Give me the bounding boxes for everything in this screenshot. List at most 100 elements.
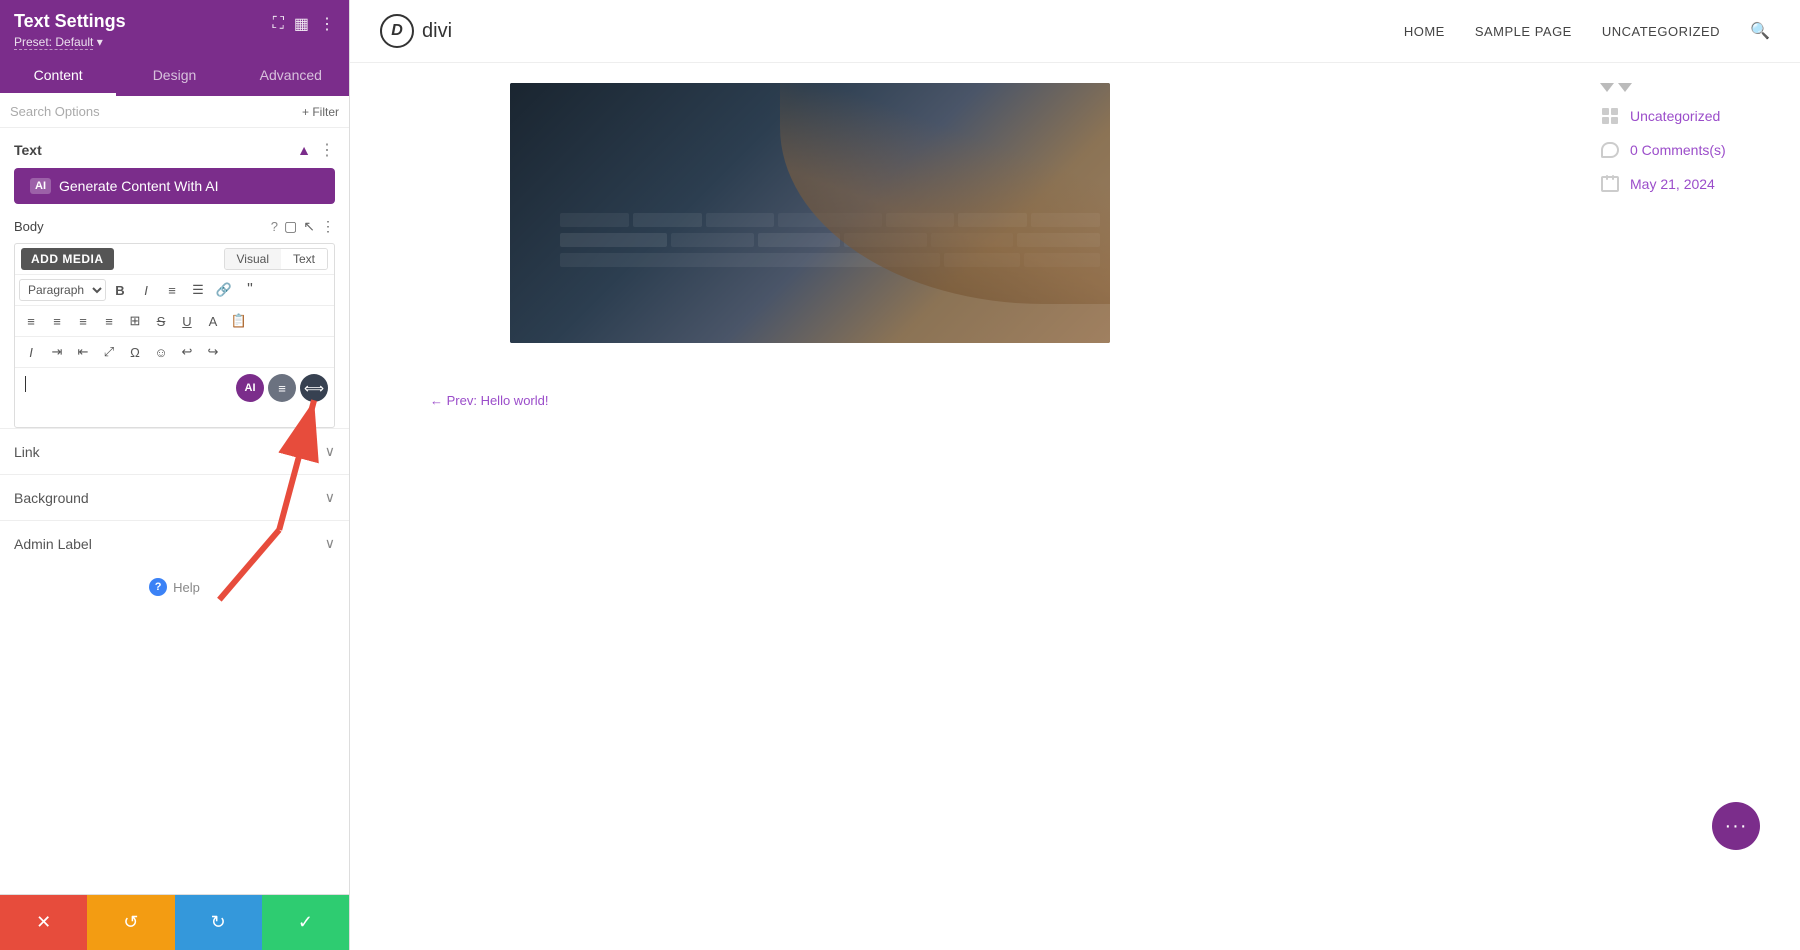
sidebar-comments: 0 Comments(s) (1600, 140, 1800, 160)
toolbar-row-3: I ⇥ ⇤ ⤢ Ω ☺ ↩ ↪ (15, 337, 334, 367)
paragraph-select[interactable]: Paragraph (19, 279, 106, 301)
more-body-icon[interactable]: ⋮ (321, 218, 335, 235)
italic2-icon[interactable]: I (19, 340, 43, 364)
nav-sample-page[interactable]: SAMPLE PAGE (1475, 24, 1572, 39)
strikethrough-icon[interactable]: S (149, 309, 173, 333)
help-icon-body[interactable]: ? (271, 219, 278, 234)
align-right-icon[interactable]: ≡ (71, 309, 95, 333)
underline-icon[interactable]: U (175, 309, 199, 333)
emoji-icon[interactable]: ☺ (149, 340, 173, 364)
omega-icon[interactable]: Ω (123, 340, 147, 364)
add-media-button[interactable]: ADD MEDIA (21, 248, 114, 270)
background-section-header[interactable]: Background ∨ (0, 475, 349, 520)
logo-circle: D (380, 14, 414, 48)
text-tab[interactable]: Text (281, 249, 327, 269)
panel-preset[interactable]: Preset: Default ▾ (14, 35, 126, 49)
ai-button-label: Generate Content With AI (59, 178, 219, 194)
website-preview: D divi HOME SAMPLE PAGE UNCATEGORIZED 🔍 (350, 0, 1800, 950)
bold-icon[interactable]: B (108, 278, 132, 302)
tab-advanced[interactable]: Advanced (233, 57, 349, 96)
arrow-inline-icon[interactable]: ⟺ (300, 374, 328, 402)
text-section-title: Text (14, 142, 42, 158)
nav-search-icon[interactable]: 🔍 (1750, 21, 1770, 41)
device-icon[interactable]: ▢ (284, 218, 297, 235)
tab-design[interactable]: Design (116, 57, 232, 96)
comments-text[interactable]: 0 Comments(s) (1630, 142, 1726, 158)
ai-generate-button[interactable]: AI Generate Content With AI (14, 168, 335, 204)
expand-icon[interactable]: ⤢ (97, 340, 121, 364)
date-text[interactable]: May 21, 2024 (1630, 176, 1715, 192)
undo-icon: ↺ (123, 912, 138, 933)
admin-label-section-header[interactable]: Admin Label ∨ (0, 521, 349, 566)
background-section-title: Background (14, 490, 89, 506)
cursor (25, 376, 26, 392)
visual-text-toggle: Visual Text (224, 248, 328, 270)
panel-tabs: Content Design Advanced (0, 57, 349, 96)
sidebar-date: May 21, 2024 (1600, 174, 1800, 194)
more-icon[interactable]: ⋮ (319, 14, 335, 34)
undo-button[interactable]: ↺ (87, 895, 174, 950)
link-icon[interactable]: 🔗 (212, 278, 236, 302)
background-section: Background ∨ (0, 474, 349, 520)
site-nav-links: HOME SAMPLE PAGE UNCATEGORIZED 🔍 (1404, 21, 1770, 41)
right-sidebar: Uncategorized 0 Comments(s) (1600, 63, 1800, 373)
toolbar-row-2: ≡ ≡ ≡ ≡ ⊞ S U A 📋 (15, 306, 334, 337)
category-icon (1600, 106, 1620, 126)
redo-button[interactable]: ↻ (175, 895, 262, 950)
admin-label-chevron-icon: ∨ (325, 535, 335, 552)
nav-home[interactable]: HOME (1404, 24, 1445, 39)
logo-name: divi (422, 20, 452, 43)
fullscreen-icon[interactable]: ⛶ (273, 15, 284, 33)
admin-label-section: Admin Label ∨ (0, 520, 349, 566)
prev-link[interactable]: ← Prev: Hello world! (430, 393, 1800, 408)
search-bar: + Filter (0, 96, 349, 128)
tab-content[interactable]: Content (0, 57, 116, 96)
site-nav: D divi HOME SAMPLE PAGE UNCATEGORIZED 🔍 (350, 0, 1800, 63)
filter-button[interactable]: + Filter (302, 105, 339, 119)
visual-tab[interactable]: Visual (225, 249, 281, 269)
indent-icon[interactable]: ⇥ (45, 340, 69, 364)
search-input[interactable] (10, 104, 296, 119)
ai-inline-icon[interactable]: AI (236, 374, 264, 402)
nav-uncategorized[interactable]: UNCATEGORIZED (1602, 24, 1720, 39)
text-color-icon[interactable]: A (201, 309, 225, 333)
body-icons: ? ▢ ↖ ⋮ (271, 218, 335, 235)
editor-area[interactable]: AI ≡ ⟺ (15, 367, 334, 427)
redo2-icon[interactable]: ↪ (201, 340, 225, 364)
editor-floating-icons: AI ≡ ⟺ (236, 374, 328, 402)
redo-icon: ↻ (211, 912, 226, 933)
collapse-icon[interactable]: ▲ (297, 142, 311, 158)
background-chevron-icon: ∨ (325, 489, 335, 506)
pagination-arrows (1600, 83, 1800, 92)
ordered-list-icon[interactable]: ☰ (186, 278, 210, 302)
site-logo: D divi (380, 14, 452, 48)
blockquote-icon[interactable]: " (238, 278, 262, 302)
align-center-icon[interactable]: ≡ (45, 309, 69, 333)
italic-icon[interactable]: I (134, 278, 158, 302)
cursor-icon[interactable]: ↖ (303, 218, 315, 235)
floating-dots-button[interactable]: ··· (1712, 802, 1760, 850)
link-section-header[interactable]: Link ∨ (0, 429, 349, 474)
save-button[interactable]: ✓ (262, 895, 349, 950)
align-justify-icon[interactable]: ≡ (97, 309, 121, 333)
unordered-list-icon[interactable]: ≡ (160, 278, 184, 302)
sidebar-category: Uncategorized (1600, 106, 1800, 126)
section-more-icon[interactable]: ⋮ (319, 140, 335, 160)
category-text[interactable]: Uncategorized (1630, 108, 1720, 124)
paste-icon[interactable]: 📋 (227, 309, 251, 333)
cancel-button[interactable]: ✕ (0, 895, 87, 950)
text-section-header[interactable]: Text ▲ ⋮ (0, 128, 349, 168)
sort-arrow-1 (1600, 83, 1614, 92)
cancel-icon: ✕ (36, 912, 51, 933)
settings-panel: Text Settings Preset: Default ▾ ⛶ ▦ ⋮ Co… (0, 0, 350, 950)
outdent-icon[interactable]: ⇤ (71, 340, 95, 364)
columns-icon[interactable]: ▦ (294, 14, 309, 34)
toolbar-row-1: Paragraph B I ≡ ☰ 🔗 " (15, 275, 334, 306)
panel-bottom-toolbar: ✕ ↺ ↻ ✓ (0, 894, 349, 950)
lines-inline-icon[interactable]: ≡ (268, 374, 296, 402)
table-icon[interactable]: ⊞ (123, 309, 147, 333)
align-left-icon[interactable]: ≡ (19, 309, 43, 333)
undo2-icon[interactable]: ↩ (175, 340, 199, 364)
help-row[interactable]: ? Help (0, 566, 349, 608)
body-row: Body ? ▢ ↖ ⋮ (0, 214, 349, 243)
